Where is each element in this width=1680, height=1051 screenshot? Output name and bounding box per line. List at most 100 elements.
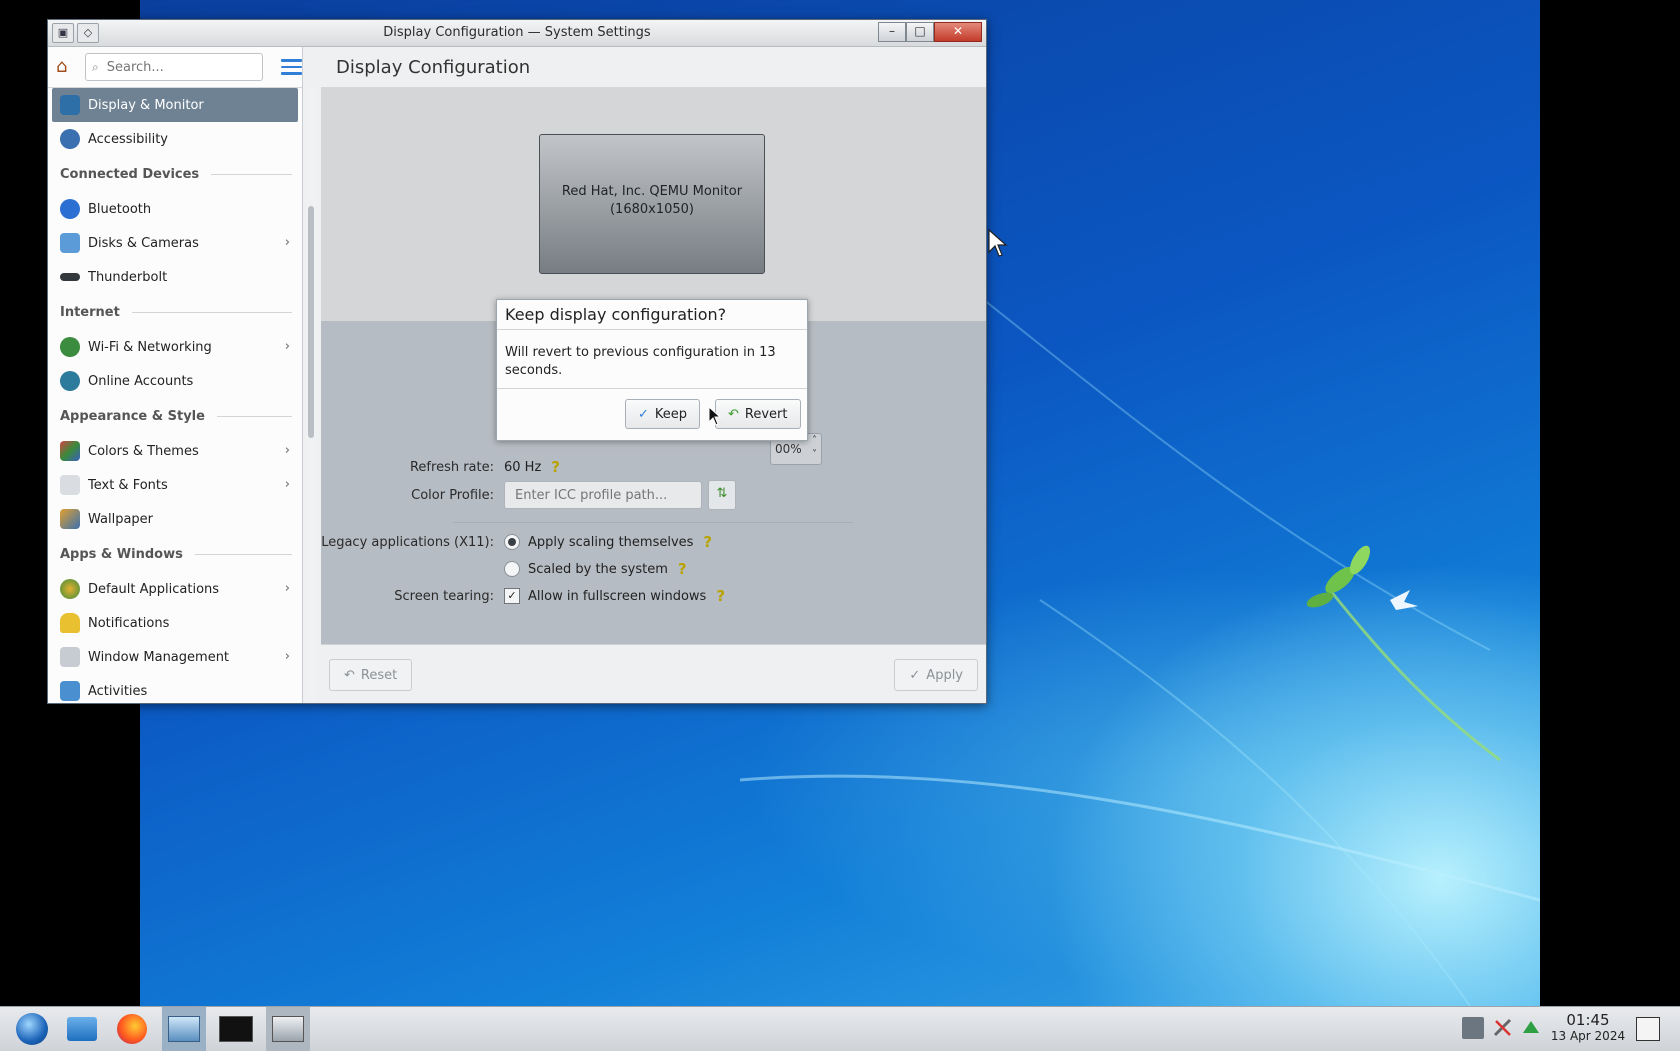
wallpaper-icon (60, 509, 80, 529)
color-profile-input[interactable] (504, 481, 702, 509)
page-title: Display Configuration (321, 47, 986, 88)
clock-date: 13 Apr 2024 (1550, 1029, 1626, 1043)
search-icon: ⌕ (92, 59, 99, 74)
revert-button[interactable]: ↶ Revert (715, 399, 801, 429)
checkmark-icon: ✓ (638, 406, 649, 422)
chevron-right-icon: › (284, 477, 290, 492)
online-accounts-icon (60, 371, 80, 391)
keep-config-dialog: Keep display configuration? Will revert … (496, 299, 808, 441)
folder-icon (67, 1017, 97, 1041)
help-icon[interactable]: ? (703, 533, 712, 551)
monitor-name: Red Hat, Inc. QEMU Monitor (561, 184, 743, 199)
sidebar-item-window-management[interactable]: Window Management › (52, 640, 298, 674)
bell-icon (60, 613, 80, 633)
section-apps-windows: Apps & Windows (48, 536, 302, 572)
dialog-message: Will revert to previous configuration in… (497, 330, 807, 389)
firefox-button[interactable] (110, 1007, 154, 1051)
divider (453, 522, 853, 523)
section-connected-devices: Connected Devices (48, 156, 302, 192)
chevron-right-icon: › (284, 443, 290, 458)
thunderbolt-icon (60, 273, 80, 281)
reset-button[interactable]: ↶ Reset (329, 659, 413, 691)
sidebar-item-wifi-networking[interactable]: Wi-Fi & Networking › (52, 330, 298, 364)
sidebar-item-label: Online Accounts (88, 373, 194, 389)
sidebar-item-colors-themes[interactable]: Colors & Themes › (52, 434, 298, 468)
search-input[interactable] (104, 58, 259, 76)
sidebar-item-label: Bluetooth (88, 201, 152, 217)
clipboard-icon[interactable] (1462, 1017, 1484, 1039)
fonts-icon (60, 475, 80, 495)
sidebar-scrollbar[interactable] (306, 88, 316, 703)
sidebar-item-bluetooth[interactable]: Bluetooth (52, 192, 298, 226)
apply-scaling-radio[interactable] (504, 534, 520, 550)
window-management-icon (60, 647, 80, 667)
scaled-by-system-label: Scaled by the system (528, 561, 668, 577)
sidebar-item-label: Activities (88, 683, 148, 699)
vm-icon (272, 1016, 304, 1042)
section-internet: Internet (48, 294, 302, 330)
firefox-icon (117, 1014, 147, 1044)
settings-monitor-icon (168, 1016, 200, 1042)
vm-app-button[interactable] (266, 1007, 310, 1051)
help-icon[interactable]: ? (678, 560, 687, 578)
sidebar-item-label: Wallpaper (88, 511, 154, 527)
file-manager-button[interactable] (60, 1007, 104, 1051)
bluetooth-icon (60, 199, 80, 219)
home-icon[interactable]: ⌂ (56, 56, 77, 78)
close-button[interactable]: ✕ (934, 22, 982, 42)
sidebar-item-label: Wi-Fi & Networking (88, 339, 212, 355)
minimize-button[interactable]: – (878, 22, 906, 42)
help-icon[interactable]: ? (551, 458, 560, 476)
start-orb-icon (16, 1013, 48, 1045)
browse-profile-icon[interactable]: ⇅ (708, 480, 736, 510)
allow-tearing-checkbox[interactable]: ✓ (504, 588, 520, 604)
sidebar-item-activities[interactable]: Activities (52, 674, 298, 703)
maximize-button[interactable]: □ (906, 22, 934, 42)
accessibility-icon (60, 129, 80, 149)
chevron-right-icon: › (284, 649, 290, 664)
network-disconnected-icon[interactable] (1492, 1017, 1514, 1039)
sidebar-item-notifications[interactable]: Notifications (52, 606, 298, 640)
sidebar-item-disks-cameras[interactable]: Disks & Cameras › (52, 226, 298, 260)
sidebar-item-online-accounts[interactable]: Online Accounts (52, 364, 298, 398)
sidebar-item-wallpaper[interactable]: Wallpaper (52, 502, 298, 536)
clock[interactable]: 01:45 13 Apr 2024 (1542, 1011, 1634, 1043)
refresh-rate-value: 60 Hz (504, 459, 542, 475)
apply-button[interactable]: ✓ Apply (894, 659, 978, 691)
sidebar-item-label: Thunderbolt (88, 269, 168, 285)
system-settings-taskbar-button[interactable] (162, 1007, 206, 1051)
sidebar-item-label: Default Applications (88, 581, 220, 597)
keep-button[interactable]: ✓ Keep (625, 399, 701, 429)
chevron-right-icon: › (284, 581, 290, 596)
disks-icon (60, 233, 80, 253)
sidebar-item-label: Accessibility (88, 131, 168, 147)
revert-icon: ↶ (728, 406, 739, 422)
monitor-preview[interactable]: Red Hat, Inc. QEMU Monitor (1680x1050) (539, 134, 765, 274)
globe-icon (60, 337, 80, 357)
sidebar-item-accessibility[interactable]: Accessibility (52, 122, 298, 156)
section-appearance-style: Appearance & Style (48, 398, 302, 434)
reset-icon: ↶ (344, 667, 355, 683)
sidebar-item-default-applications[interactable]: Default Applications › (52, 572, 298, 606)
sidebar-item-thunderbolt[interactable]: Thunderbolt (52, 260, 298, 294)
sidebar: ⌂ ⌕ Display & Monitor Accessibility Conn… (48, 47, 303, 703)
colors-icon (60, 441, 80, 461)
terminal-button[interactable] (214, 1007, 258, 1051)
update-arrow-icon[interactable] (1520, 1017, 1542, 1039)
apply-scaling-label: Apply scaling themselves (528, 534, 694, 550)
help-icon[interactable]: ? (716, 587, 725, 605)
refresh-rate-label: Refresh rate: (409, 459, 494, 475)
sidebar-item-text-fonts[interactable]: Text & Fonts › (52, 468, 298, 502)
chevron-right-icon: › (284, 235, 290, 250)
title-bar[interactable]: ▣ ◇ Display Configuration — System Setti… (48, 20, 986, 47)
checkmark-icon: ✓ (909, 667, 921, 683)
show-desktop-icon[interactable] (1636, 1017, 1660, 1041)
start-menu-button[interactable] (10, 1007, 54, 1051)
scaled-by-system-radio[interactable] (504, 561, 520, 577)
sidebar-item-display-monitor[interactable]: Display & Monitor (52, 88, 298, 122)
taskbar: 01:45 13 Apr 2024 (0, 1006, 1680, 1051)
hamburger-menu-icon[interactable] (281, 56, 303, 78)
spin-arrows-icon: ˄ ˅ (812, 435, 817, 460)
search-field[interactable]: ⌕ (85, 53, 263, 81)
window-title: Display Configuration — System Settings (383, 25, 651, 40)
